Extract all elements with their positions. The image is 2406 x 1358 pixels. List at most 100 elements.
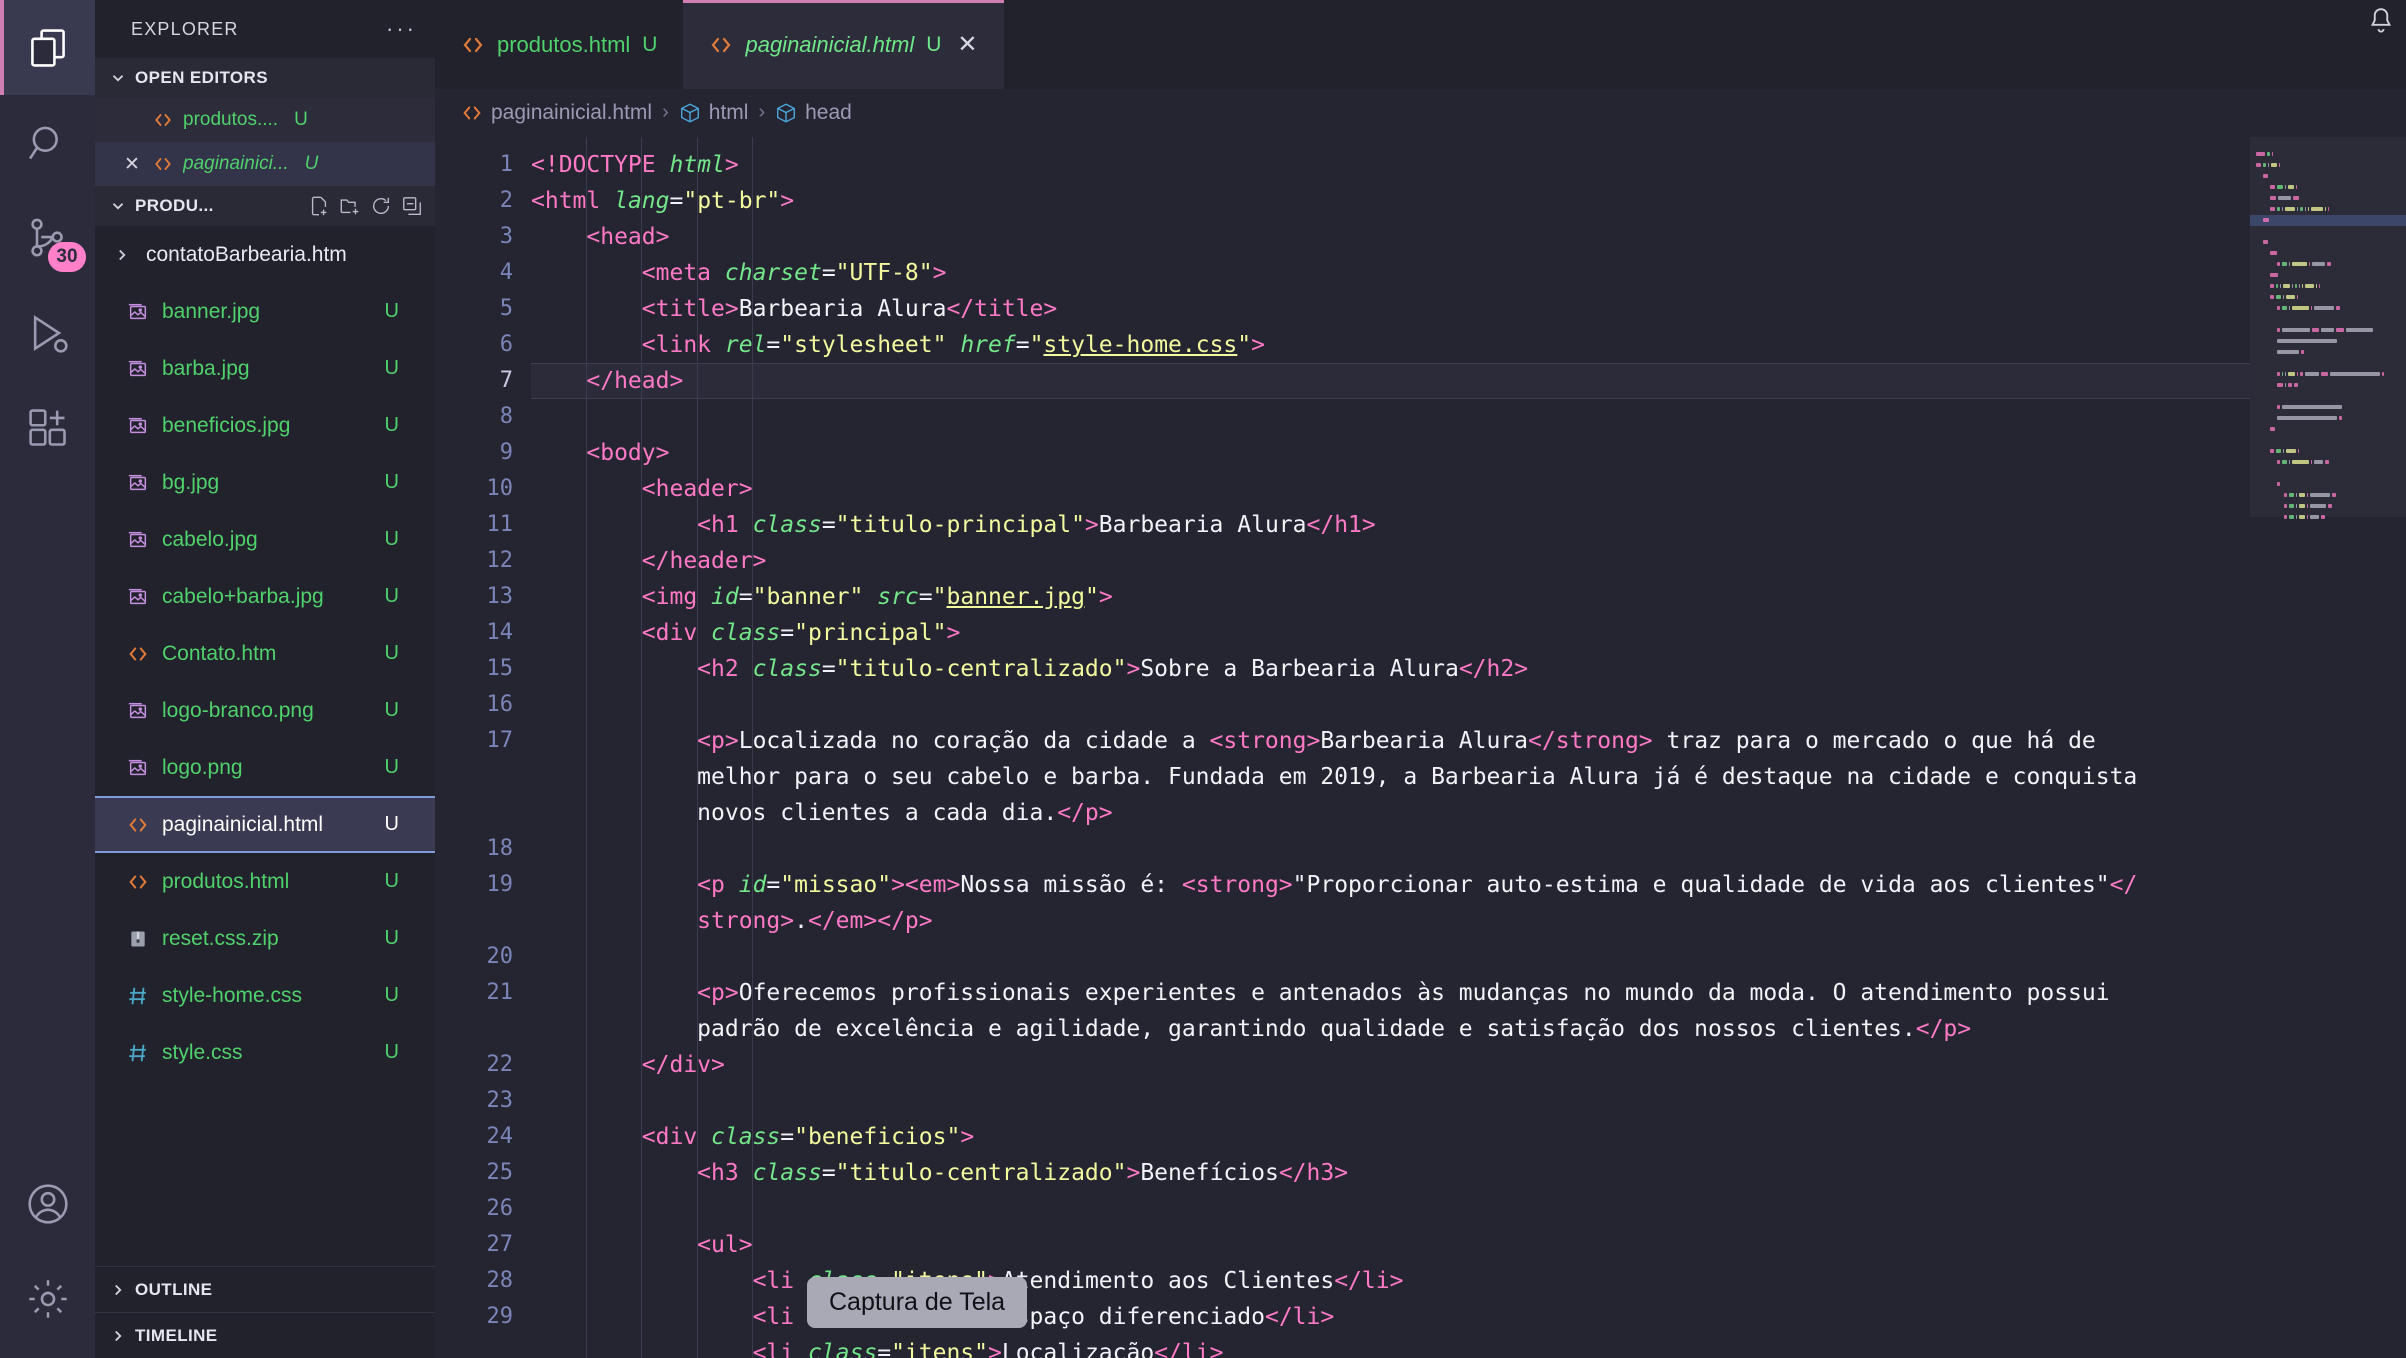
code-line[interactable]: <img id="banner" src="banner.jpg"> [531, 579, 2406, 615]
tree-row-name: barba.jpg [162, 356, 250, 380]
tree-row-selected[interactable]: paginainicial.html U [95, 796, 435, 853]
tab-produtos[interactable]: produtos.html U [435, 0, 684, 90]
code-line[interactable]: <head> [531, 219, 2406, 255]
code-line-wrapped[interactable]: strong>.</em></p> [531, 903, 2406, 939]
project-label: PRODU... [135, 196, 214, 215]
code-editor[interactable]: 1 2 3 4 5 6 7 8 9 10 11 12 13 14 15 16 17 18 19 20 21 22 23… [435, 136, 2406, 1358]
minimap-token [2324, 460, 2330, 465]
code-line[interactable]: <h3 class="titulo-centralizado">Benefíci… [531, 1155, 2406, 1191]
code-line[interactable]: <html lang="pt-br"> [531, 183, 2406, 219]
project-header[interactable]: PRODU... [95, 186, 435, 226]
minimap-token [2312, 328, 2320, 333]
outline-header[interactable]: OUTLINE [95, 1266, 435, 1312]
code-line[interactable]: <h1 class="titulo-principal">Barbearia A… [531, 507, 2406, 543]
tree-row[interactable]: cabelo+barba.jpg U [95, 568, 435, 625]
tree-row-name: contatoBarbearia.htm [146, 242, 347, 266]
activity-settings[interactable] [0, 1251, 95, 1346]
new-file-icon[interactable] [308, 195, 330, 217]
tree-row[interactable]: beneficios.jpg U [95, 397, 435, 454]
minimap-token [2294, 383, 2298, 388]
activity-extensions[interactable] [0, 380, 95, 475]
symbol-icon [775, 102, 797, 124]
tree-row[interactable]: produtos.html U [95, 853, 435, 910]
code-line[interactable]: <body> [531, 435, 2406, 471]
activity-source-control[interactable]: 30 [0, 190, 95, 285]
code-line[interactable]: <h2 class="titulo-centralizado">Sobre a … [531, 651, 2406, 687]
code-line[interactable]: <title>Barbearia Alura</title> [531, 291, 2406, 327]
sidebar-more-actions[interactable]: ··· [386, 16, 417, 42]
code-line[interactable]: <div class="beneficios"> [531, 1119, 2406, 1155]
code-line[interactable]: <div class="principal"> [531, 615, 2406, 651]
open-editors-header[interactable]: OPEN EDITORS [95, 58, 435, 98]
open-editor-row[interactable]: ✕ produtos.... U [95, 98, 435, 142]
tree-row[interactable]: Contato.htm U [95, 625, 435, 682]
minimap-token [2256, 152, 2265, 157]
minimap-token [2320, 515, 2326, 520]
code-line[interactable] [531, 939, 2406, 975]
code-content[interactable]: <!DOCTYPE html> <html lang="pt-br"> <head… [531, 136, 2406, 1358]
code-line[interactable]: <ul> [531, 1227, 2406, 1263]
breadcrumb-file[interactable]: paginainicial.html [461, 101, 652, 125]
code-line[interactable]: <p>Oferecemos profissionais experientes … [531, 975, 2406, 1047]
code-line[interactable] [531, 831, 2406, 867]
tree-row[interactable]: style-home.css U [95, 967, 435, 1024]
tree-row[interactable]: contatoBarbearia.htm [95, 226, 435, 283]
code-token-tag: </p> [1915, 1015, 1972, 1042]
tree-row-name: logo.png [162, 755, 243, 779]
code-token-tag: <title> [641, 295, 739, 322]
minimap-token [2270, 449, 2275, 454]
tree-row[interactable]: barba.jpg U [95, 340, 435, 397]
editor-actions[interactable] [2366, 6, 2396, 36]
activity-search[interactable] [0, 95, 95, 190]
tree-row[interactable]: logo.png U [95, 739, 435, 796]
minimap-token [2277, 328, 2280, 333]
code-line-wrapped[interactable]: padrão de excelência e agilidade, garant… [531, 1011, 2406, 1047]
tab-paginainicial[interactable]: paginainicial.html U ✕ [683, 0, 1004, 90]
tree-row[interactable]: cabelo.jpg U [95, 511, 435, 568]
code-line[interactable] [531, 399, 2406, 435]
tree-row[interactable]: style.css U [95, 1024, 435, 1081]
code-line[interactable]: <p>Localizada no coração da cidade a <st… [531, 723, 2406, 831]
open-editor-row[interactable]: ✕ paginainici... U [95, 142, 435, 186]
code-line[interactable]: </head> [531, 362, 2406, 399]
minimap-token [2285, 449, 2296, 454]
tree-row[interactable]: bg.jpg U [95, 454, 435, 511]
tree-row[interactable]: reset.css.zip U [95, 910, 435, 967]
collapse-all-icon[interactable] [401, 195, 423, 217]
minimap-token [2288, 460, 2290, 465]
new-folder-icon[interactable] [339, 195, 361, 217]
code-line-wrapped[interactable]: novos clientes a cada dia.</p> [531, 795, 2406, 831]
line-number: 28 [486, 1267, 514, 1293]
code-line[interactable] [531, 1083, 2406, 1119]
close-icon[interactable]: ✕ [957, 30, 977, 59]
activity-account[interactable] [0, 1156, 95, 1251]
minimap[interactable] [2250, 136, 2406, 1358]
timeline-header[interactable]: TIMELINE [95, 1312, 435, 1358]
code-line[interactable]: <header> [531, 471, 2406, 507]
activity-explorer[interactable] [0, 0, 95, 95]
breadcrumb-symbol-head[interactable]: head [775, 101, 852, 125]
breadcrumb-symbol-html[interactable]: html [679, 101, 748, 125]
code-token-tag: <p> [697, 727, 739, 754]
code-line[interactable] [531, 687, 2406, 723]
code-line[interactable]: <!DOCTYPE html> [531, 147, 2406, 183]
tree-row[interactable]: logo-branco.png U [95, 682, 435, 739]
code-line-wrapped[interactable]: melhor para o seu cabelo e barba. Fundad… [531, 759, 2406, 795]
image-icon [125, 586, 151, 608]
tree-row[interactable]: banner.jpg U [95, 283, 435, 340]
chevron-right-icon [109, 246, 135, 264]
code-line[interactable] [531, 1191, 2406, 1227]
refresh-icon[interactable] [370, 195, 392, 217]
code-line[interactable]: <meta charset="UTF-8"> [531, 255, 2406, 291]
code-token-tag: > [1126, 655, 1141, 682]
activity-run-debug[interactable] [0, 285, 95, 380]
code-line[interactable]: </header> [531, 543, 2406, 579]
line-number: 2 [499, 187, 513, 213]
code-line[interactable]: <p id="missao"><em>Nossa missão é: <stro… [531, 867, 2406, 939]
code-line[interactable]: <li class="itens">Localização</li> [531, 1335, 2406, 1358]
code-token-str: " [1029, 331, 1044, 358]
code-line[interactable]: <link rel="stylesheet" href="style-home.… [531, 327, 2406, 363]
html-icon [709, 33, 733, 57]
close-icon[interactable]: ✕ [121, 155, 143, 174]
code-line[interactable]: </div> [531, 1047, 2406, 1083]
